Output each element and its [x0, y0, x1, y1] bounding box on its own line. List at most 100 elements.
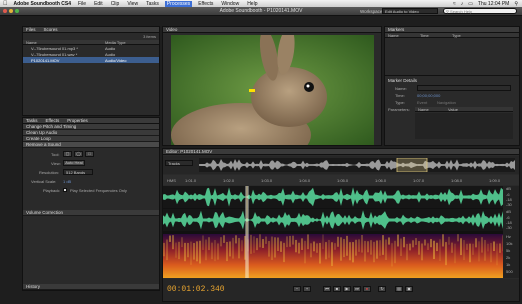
vertical-scale-label: Vertical Scale: [31, 179, 57, 184]
play-icon[interactable]: ▶ [343, 286, 351, 292]
workspace-select[interactable]: Edit Audio to Video [382, 8, 438, 14]
db-label: -30 [506, 202, 512, 207]
current-timecode[interactable]: 00:01:02.340 [167, 285, 225, 294]
zoom-in-icon[interactable]: + [303, 286, 311, 292]
search-help-input[interactable]: ⚲ Search Help [443, 8, 517, 14]
menu-processes[interactable]: Processes [164, 0, 193, 7]
tab-scores[interactable]: Scores [44, 27, 58, 32]
loop-icon[interactable]: ↻ [378, 286, 386, 292]
fit-icon[interactable]: ▤ [395, 286, 403, 292]
menu-window[interactable]: Window [221, 1, 239, 7]
db-label: -30 [506, 225, 512, 230]
type-navigation-radio[interactable]: Navigation [437, 100, 456, 105]
menu-file[interactable]: File [78, 1, 86, 7]
param-col-value[interactable]: Value [448, 107, 458, 112]
menu-bar:  Adobe Soundbooth CS4 File Edit Clip Vi… [0, 0, 522, 7]
wifi-icon[interactable]: ≈ [453, 1, 456, 7]
playback-checkbox[interactable] [63, 188, 67, 192]
hz-label: 2k [506, 255, 511, 260]
fast-forward-icon[interactable]: ⏭ [353, 286, 361, 292]
col-marker-time[interactable]: Time [420, 33, 452, 38]
tool-label: Tool: [51, 152, 60, 157]
video-tab: Video [163, 27, 381, 33]
file-row-selected[interactable]: P1020141.MOV Audio/Video [23, 57, 159, 63]
tab-properties[interactable]: Properties [67, 118, 88, 123]
view-label: View: [51, 161, 61, 166]
vertical-scale-value[interactable]: 1 dB [63, 179, 71, 184]
marquee-tool-icon[interactable]: □ [85, 151, 94, 157]
params-list [415, 113, 513, 139]
divider [385, 75, 519, 76]
tab-files[interactable]: Files [26, 27, 36, 32]
overview-waveform[interactable] [199, 158, 515, 172]
zoom-out-icon[interactable]: − [293, 286, 301, 292]
battery-icon[interactable]: ▭ [468, 1, 473, 7]
ruler-tick: 1:04.0 [299, 178, 311, 183]
overview-strip: Tracks [163, 156, 519, 174]
menu-tasks[interactable]: Tasks [146, 1, 159, 7]
task-volume-correction[interactable]: Volume Correction [23, 210, 159, 216]
auto-heal-button[interactable]: Auto Heal [63, 160, 85, 166]
editor-tab: Editor: P1020141.MOV [163, 149, 519, 155]
tab-editor[interactable]: Editor: P1020141.MOV [166, 149, 212, 154]
ruler-tick: 1:09.0 [489, 178, 501, 183]
playback-option: Play Selected Frequencies Only [70, 188, 127, 193]
marker-name-input[interactable] [417, 85, 511, 91]
ruler-tick: 1:06.0 [375, 178, 387, 183]
hz-label: 5k [506, 248, 511, 253]
col-marker-name[interactable]: Name [388, 33, 420, 38]
lasso-tool-icon[interactable]: ◯ [74, 151, 83, 157]
params-label: Parameters: [388, 107, 410, 112]
selection-zoom-icon[interactable]: ▣ [405, 286, 413, 292]
markers-panel: Markers Name Time Type Marker Details Na… [384, 26, 520, 146]
marker-details-title: Marker Details [388, 78, 418, 83]
menu-help[interactable]: Help [247, 1, 257, 7]
record-icon[interactable]: ● [363, 286, 371, 292]
menu-clip[interactable]: Clip [111, 1, 120, 7]
workspace-label: Workspace: [360, 9, 384, 14]
stop-icon[interactable]: ■ [333, 286, 341, 292]
marker-type-label: Type: [395, 100, 405, 105]
ruler-unit: HMS [167, 178, 176, 183]
db-label: dB [506, 186, 511, 191]
playback-label: Playback: [43, 188, 61, 193]
col-marker-type[interactable]: Type [452, 33, 461, 38]
tab-markers[interactable]: Markers [388, 27, 404, 32]
hz-label: 500 [506, 269, 513, 274]
ruler-tick: 1:03.0 [261, 178, 273, 183]
hz-label: Hz [506, 234, 511, 239]
volume-icon[interactable]: ♪ [461, 1, 464, 7]
tab-video[interactable]: Video [166, 27, 177, 32]
type-event-radio[interactable]: Event [417, 100, 427, 105]
brush-tool-icon[interactable]: ▢ [63, 151, 72, 157]
waveform-display[interactable] [163, 186, 503, 278]
ruler-tick: 1:02.0 [223, 178, 235, 183]
tracks-select[interactable]: Tracks [165, 160, 193, 166]
col-name[interactable]: Name [26, 40, 105, 45]
ruler-tick: 1:05.0 [337, 178, 349, 183]
menu-view[interactable]: View [127, 1, 138, 7]
remove-sound-options: Tool: ▢ ◯ □ View: Auto Heal Resolution: … [23, 148, 159, 210]
marker-time-label: Time: [395, 93, 405, 98]
clock[interactable]: Thu 12:04 PM [478, 1, 509, 7]
history-panel-tab[interactable]: History [23, 284, 159, 290]
resolution-select[interactable]: 512 Bands [63, 169, 93, 175]
menu-effects[interactable]: Effects [198, 1, 213, 7]
menu-edit[interactable]: Edit [94, 1, 103, 7]
marker-time-value[interactable]: 00;00;00;000 [417, 93, 440, 98]
resolution-label: Resolution: [39, 170, 60, 175]
apple-icon[interactable]:  [3, 1, 8, 7]
app-name[interactable]: Adobe Soundbooth CS4 [14, 1, 72, 7]
rewind-icon[interactable]: ⏮ [323, 286, 331, 292]
param-col-name[interactable]: Name [418, 107, 448, 112]
tab-effects[interactable]: Effects [46, 118, 60, 123]
tasks-panel: Tasks Effects Properties Change Pitch an… [22, 117, 160, 291]
spotlight-icon[interactable]: ⚲ [514, 1, 518, 7]
col-media-type[interactable]: Media Type [105, 40, 126, 45]
transport-bar: 00:01:02.340 − + ⏮ ■ ▶ ⏭ ● ↻ ▤ ▣ [163, 279, 519, 301]
video-panel: Video [162, 26, 382, 146]
tab-tasks[interactable]: Tasks [26, 118, 38, 123]
time-ruler[interactable]: HMS 1:01.0 1:02.0 1:03.0 1:04.0 1:05.0 1… [163, 175, 519, 185]
video-frame[interactable] [171, 35, 374, 145]
marker-name-label: Name: [395, 86, 407, 91]
